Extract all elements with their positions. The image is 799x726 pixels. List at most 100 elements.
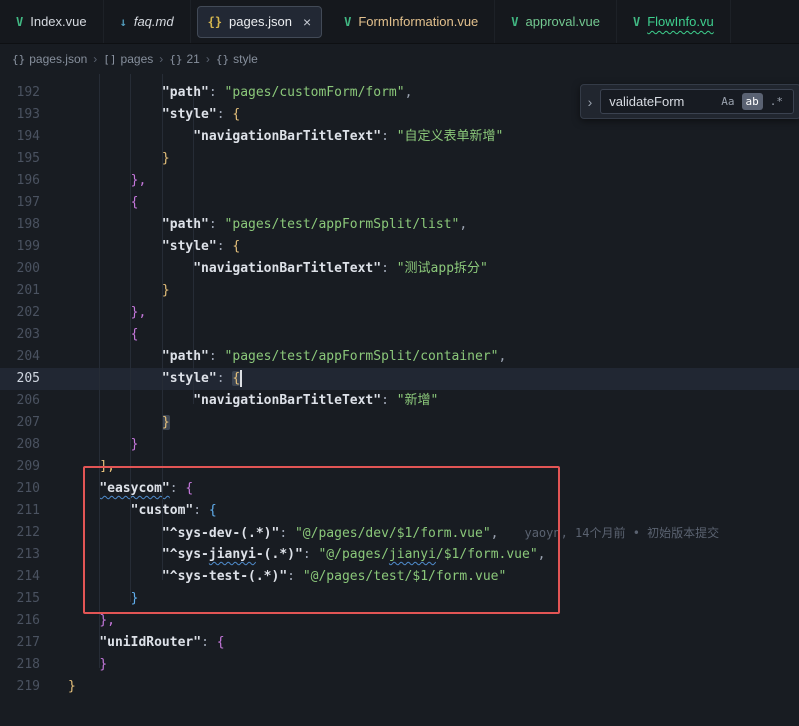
code-text: } (40, 280, 170, 302)
find-input[interactable] (607, 93, 712, 110)
regex-button[interactable]: .* (766, 93, 787, 110)
breadcrumb-separator: › (206, 52, 210, 66)
code-token (68, 481, 99, 496)
tab-pages-json[interactable]: {}pages.json× (197, 6, 323, 38)
code-token: -(.*)" (256, 547, 303, 562)
code-token: : (217, 371, 233, 386)
code-line[interactable]: 213 "^sys-jianyi-(.*)": "@/pages/jianyi/… (0, 544, 799, 566)
chevron-right-icon[interactable]: › (585, 94, 596, 110)
code-text: { (40, 324, 138, 346)
code-token: : (170, 481, 186, 496)
breadcrumb-label: style (233, 52, 258, 66)
code-line[interactable]: 216 }, (0, 610, 799, 632)
code-token (68, 283, 162, 298)
code-line[interactable]: 214 "^sys-test-(.*)": "@/pages/test/$1/f… (0, 566, 799, 588)
code-text: } (40, 654, 107, 676)
code-line[interactable]: 198 "path": "pages/test/appFormSplit/lis… (0, 214, 799, 236)
tab-approval-vue[interactable]: Vapproval.vue (495, 0, 617, 43)
code-token: { (232, 239, 240, 254)
tab-index-vue[interactable]: VIndex.vue (0, 0, 104, 43)
code-line[interactable]: 194 "navigationBarTitleText": "自定义表单新增" (0, 126, 799, 148)
code-token: "easycom" (99, 481, 169, 496)
breadcrumb-item-pages-json[interactable]: {} pages.json (12, 52, 87, 66)
code-line[interactable]: 196 }, (0, 170, 799, 192)
code-line[interactable]: 207 } (0, 412, 799, 434)
code-token: "@/pages/test/$1/form.vue" (303, 569, 507, 584)
code-line[interactable]: 206 "navigationBarTitleText": "新增" (0, 390, 799, 412)
code-token: "style" (162, 239, 217, 254)
code-line[interactable]: 199 "style": { (0, 236, 799, 258)
code-text: }, (40, 610, 115, 632)
breadcrumb: {}pages.json›[]pages›{}21›{}style (0, 44, 799, 74)
symbol-icon: {} (216, 53, 229, 66)
code-token (68, 85, 162, 100)
code-token: : (303, 547, 319, 562)
code-line[interactable]: 212 "^sys-dev-(.*)": "@/pages/dev/$1/for… (0, 522, 799, 544)
code-line[interactable]: 202 }, (0, 302, 799, 324)
code-token: "@/pages/dev/$1/form.vue" (295, 526, 491, 541)
code-token: { (217, 635, 225, 650)
line-number: 210 (0, 478, 40, 500)
code-token: : (217, 239, 233, 254)
find-options: Aaab.* (717, 93, 787, 110)
code-line[interactable]: 210 "easycom": { (0, 478, 799, 500)
code-token: : (381, 261, 397, 276)
code-token (68, 173, 131, 188)
code-line[interactable]: 204 "path": "pages/test/appFormSplit/con… (0, 346, 799, 368)
code-token: : (279, 526, 295, 541)
breadcrumb-item-style[interactable]: {} style (216, 52, 258, 66)
code-text: { (40, 192, 138, 214)
code-token: "pages/test/appFormSplit/list" (225, 217, 460, 232)
code-token: "style" (162, 371, 217, 386)
code-line[interactable]: 211 "custom": { (0, 500, 799, 522)
breadcrumb-separator: › (159, 52, 163, 66)
tab-label: Index.vue (30, 14, 86, 29)
code-line[interactable]: 203 { (0, 324, 799, 346)
code-line[interactable]: 215 } (0, 588, 799, 610)
line-number: 219 (0, 676, 40, 698)
code-text: "navigationBarTitleText": "测试app拆分" (40, 258, 488, 280)
code-line[interactable]: 208 } (0, 434, 799, 456)
code-line[interactable]: 195 } (0, 148, 799, 170)
code-token: : (209, 85, 225, 100)
code-line[interactable]: 217 "uniIdRouter": { (0, 632, 799, 654)
code-token: /$1/form.vue" (436, 547, 538, 562)
code-token: "path" (162, 85, 209, 100)
tab-faq-md[interactable]: ↓faq.md (104, 0, 191, 43)
tab-label: faq.md (134, 14, 174, 29)
code-token: : (381, 129, 397, 144)
match-case-button[interactable]: Aa (717, 93, 738, 110)
close-icon[interactable]: × (303, 14, 311, 30)
code-token (68, 107, 162, 122)
breadcrumb-label: pages.json (29, 52, 87, 66)
code-line[interactable]: 205 "style": { (0, 368, 799, 390)
breadcrumb-item-21[interactable]: {}21 (169, 52, 200, 66)
code-line[interactable]: 209 ], (0, 456, 799, 478)
code-line[interactable]: 218 } (0, 654, 799, 676)
code-token: "@/pages/ (318, 547, 388, 562)
symbol-icon: {} (12, 53, 25, 66)
line-number: 192 (0, 82, 40, 104)
line-number: 196 (0, 170, 40, 192)
line-number: 206 (0, 390, 40, 412)
code-token: } (99, 657, 107, 672)
code-token (68, 657, 99, 672)
code-line[interactable]: 200 "navigationBarTitleText": "测试app拆分" (0, 258, 799, 280)
code-text: } (40, 412, 170, 434)
editor[interactable]: 192 "path": "pages/customForm/form",193 … (0, 74, 799, 726)
code-line[interactable]: 219} (0, 676, 799, 698)
find-widget: › Aaab.* (580, 84, 799, 119)
line-number: 197 (0, 192, 40, 214)
code-token: "path" (162, 349, 209, 364)
code-line[interactable]: 197 { (0, 192, 799, 214)
line-number: 203 (0, 324, 40, 346)
code-token: "^sys-test-(.*)" (162, 569, 287, 584)
code-token: }, (99, 613, 115, 628)
tab-flowinfo-vu[interactable]: VFlowInfo.vu (617, 0, 731, 43)
code-line[interactable]: 201 } (0, 280, 799, 302)
tab-forminformation-vue[interactable]: VFormInformation.vue (328, 0, 495, 43)
whole-word-button[interactable]: ab (742, 93, 763, 110)
code-token: : (287, 569, 303, 584)
code-text: "^sys-dev-(.*)": "@/pages/dev/$1/form.vu… (40, 522, 719, 544)
breadcrumb-item-pages[interactable]: []pages (103, 52, 153, 66)
